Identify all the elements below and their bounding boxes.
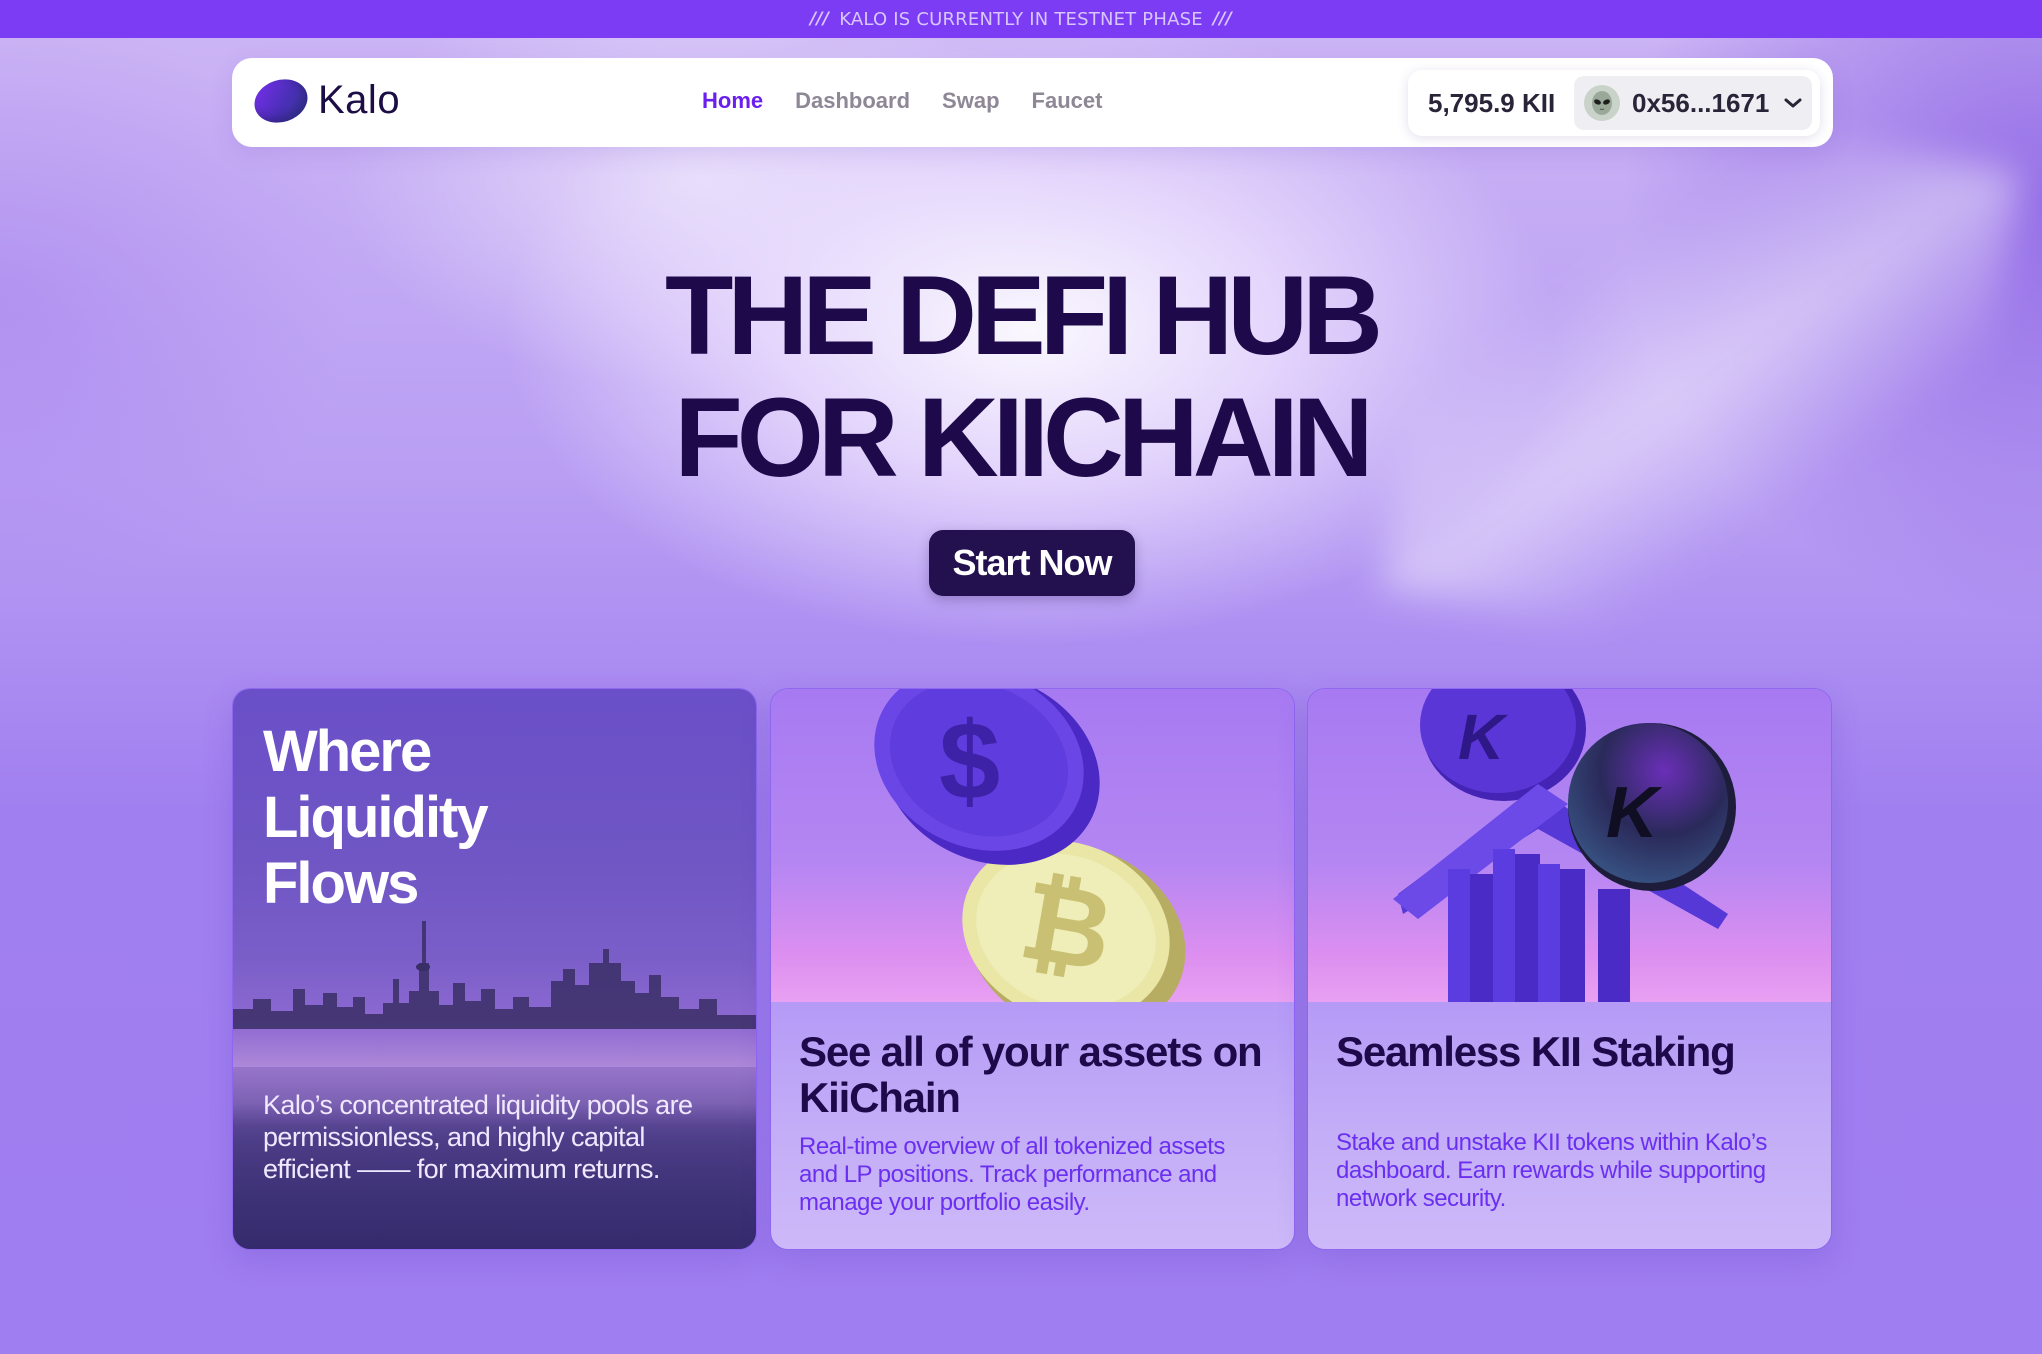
start-now-button[interactable]: Start Now — [929, 530, 1135, 596]
card-title: See all of your assets on KiiChain — [799, 1028, 1263, 1121]
feature-card-assets[interactable]: ₿ $ See all of your assets on KiiChain R… — [770, 688, 1295, 1250]
card-title: Seamless KII Staking — [1336, 1028, 1736, 1075]
nav-links: Home Dashboard Swap Faucet — [702, 88, 1102, 114]
feature-card-liquidity[interactable]: Where Liquidity Flows Kalo’s concentrate… — [232, 688, 757, 1250]
city-skyline-illustration — [233, 921, 756, 1029]
nav-link-faucet[interactable]: Faucet — [1032, 88, 1103, 114]
svg-text:$: $ — [939, 700, 1000, 823]
logo[interactable]: Kalo — [248, 72, 401, 129]
banner-text: KALO IS CURRENTLY IN TESTNET PHASE — [839, 8, 1203, 30]
banner-right-mark: /// — [1212, 9, 1233, 29]
logo-text: Kalo — [318, 78, 401, 122]
staking-illustration: K K — [1308, 689, 1831, 1002]
banner-left-mark: /// — [809, 9, 830, 29]
coins-illustration: ₿ $ — [771, 689, 1294, 1002]
feature-card-staking[interactable]: K K Seamless KII Staking Stake and unsta… — [1307, 688, 1832, 1250]
account-dropdown-button[interactable]: 0x56...1671 — [1574, 76, 1812, 130]
nav-link-home[interactable]: Home — [702, 88, 763, 114]
card-description: Real-time overview of all tokenized asse… — [799, 1133, 1225, 1216]
card-title: Where Liquidity Flows — [263, 719, 683, 917]
hero-title: THE DEFI HUB FOR KIICHAIN — [521, 255, 1521, 499]
logo-icon — [248, 72, 314, 129]
top-navbar: Kalo Home Dashboard Swap Faucet 5,795.9 … — [232, 58, 1833, 147]
card-title-line: Liquidity — [263, 785, 489, 850]
card-title-line: Flows — [263, 851, 419, 916]
chevron-down-icon — [1783, 96, 1803, 110]
kii-coin-icon: K — [1420, 689, 1586, 801]
card-description: Stake and unstake KII tokens within Kalo… — [1336, 1129, 1767, 1212]
card-title-line: Where — [263, 719, 432, 784]
nav-link-dashboard[interactable]: Dashboard — [795, 88, 910, 114]
nav-link-swap[interactable]: Swap — [942, 88, 999, 114]
hero-title-line-2: FOR KIICHAIN — [674, 375, 1373, 500]
alien-icon — [1584, 85, 1620, 121]
wallet-widget: 5,795.9 KII 0x56...1671 — [1408, 70, 1820, 136]
kii-dark-coin-icon: K — [1568, 723, 1736, 891]
hero-title-line-1: THE DEFI HUB — [665, 253, 1383, 378]
testnet-banner: /// KALO IS CURRENTLY IN TESTNET PHASE /… — [0, 0, 2042, 38]
svg-text:K: K — [1606, 773, 1663, 853]
card-description: Kalo’s concentrated liquidity pools are … — [263, 1090, 693, 1184]
svg-text:K: K — [1458, 701, 1509, 773]
wallet-balance: 5,795.9 KII — [1428, 87, 1556, 118]
wallet-address: 0x56...1671 — [1632, 87, 1770, 118]
